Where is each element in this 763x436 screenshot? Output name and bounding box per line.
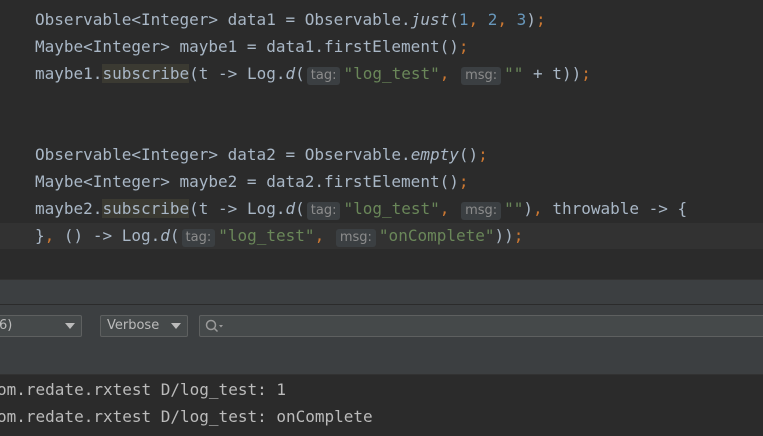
code-text: Maybe<Integer> maybe1 = data1.firstEleme… <box>35 37 459 56</box>
code-text: () <box>458 145 479 164</box>
chevron-down-icon <box>171 323 181 329</box>
chevron-down-icon <box>65 323 75 329</box>
code-number: 2 <box>487 10 498 29</box>
code-text: ) <box>523 199 534 218</box>
code-text: )) <box>494 226 514 245</box>
param-hint-tag: tag: <box>306 67 341 85</box>
log-level-value: Verbose <box>107 318 160 333</box>
code-text: } <box>35 226 45 245</box>
log-line: om.redate.rxtest D/log_test: 1 <box>0 380 286 399</box>
log-level-dropdown[interactable]: Verbose <box>100 315 188 337</box>
code-text: ) <box>526 10 536 29</box>
code-line-8-current[interactable]: }, () -> Log.d(tag: "log_test", msg: "onCo… <box>0 223 763 249</box>
param-hint-msg: msg: <box>461 202 502 220</box>
code-text: throwable -> { <box>542 199 688 218</box>
logcat-filter-spacer <box>0 348 763 374</box>
code-punct: , <box>44 226 55 245</box>
code-string: "log_test" <box>343 199 440 218</box>
code-text: ( <box>449 10 459 29</box>
code-highlighted-method: subscribe <box>102 64 190 83</box>
param-hint-tag: tag: <box>306 202 341 220</box>
code-editor[interactable]: Observable<Integer> data1 = Observable.j… <box>0 0 763 279</box>
code-string: "" <box>504 64 524 83</box>
device-dropdown-value: 6) <box>0 318 13 333</box>
code-string: "log_test" <box>218 226 315 245</box>
code-highlighted-method: subscribe <box>102 199 190 218</box>
device-dropdown[interactable]: 6) <box>0 315 82 337</box>
code-line-6[interactable]: Maybe<Integer> maybe2 = data2.firstEleme… <box>35 169 468 195</box>
code-string: "onComplete" <box>378 226 495 245</box>
search-icon <box>205 319 223 333</box>
code-text: maybe2. <box>35 199 103 218</box>
code-punct: , <box>497 10 517 29</box>
code-text: Observable<Integer> data2 = Observable. <box>35 145 411 164</box>
logcat-search-input[interactable] <box>199 315 763 337</box>
logcat-output[interactable]: om.redate.rxtest D/log_test: 1 om.redate… <box>0 374 763 436</box>
code-semicolon: ; <box>581 64 591 83</box>
code-line-3[interactable]: maybe1.subscribe(t -> Log.d(tag: "log_tes… <box>35 61 591 87</box>
code-semicolon: ; <box>478 145 488 164</box>
code-method: just <box>410 10 450 29</box>
code-method: d <box>160 226 170 245</box>
code-text: ( <box>169 226 180 245</box>
param-hint-msg: msg: <box>335 229 376 247</box>
code-punct: , <box>439 64 450 83</box>
code-text: ( <box>295 199 305 218</box>
code-method: empty <box>410 145 459 164</box>
code-text: Maybe<Integer> maybe2 = data2.firstEleme… <box>35 172 459 191</box>
code-semicolon: ; <box>458 37 469 56</box>
code-number: 1 <box>458 10 469 29</box>
code-text: + t)) <box>523 64 582 83</box>
code-text: (t -> Log. <box>189 64 286 83</box>
code-text: maybe1. <box>35 64 103 83</box>
code-number: 3 <box>516 10 527 29</box>
code-punct: , <box>533 199 543 218</box>
code-text: Observable<Integer> data1 = Observable. <box>35 10 411 29</box>
logcat-toolbar: 6) Verbose <box>0 304 763 349</box>
code-string: "log_test" <box>343 64 440 83</box>
param-hint-tag: tag: <box>181 229 216 247</box>
param-hint-msg: msg: <box>461 67 502 85</box>
code-line-5[interactable]: Observable<Integer> data2 = Observable.e… <box>35 142 488 168</box>
code-semicolon: ; <box>458 172 469 191</box>
code-semicolon: ; <box>535 10 546 29</box>
code-text: () -> Log. <box>54 226 161 245</box>
code-punct: , <box>468 10 488 29</box>
code-line-7[interactable]: maybe2.subscribe(t -> Log.d(tag: "log_tes… <box>35 196 687 222</box>
code-punct: , <box>439 199 450 218</box>
code-semicolon: ; <box>513 226 524 245</box>
code-string: "" <box>504 199 524 218</box>
code-text: (t -> Log. <box>189 199 286 218</box>
code-punct: , <box>314 226 325 245</box>
code-method: d <box>285 199 296 218</box>
code-text: ( <box>295 64 305 83</box>
code-method: d <box>285 64 296 83</box>
code-line-1[interactable]: Observable<Integer> data1 = Observable.j… <box>35 7 546 33</box>
panel-header-bar[interactable] <box>0 279 763 304</box>
log-line: om.redate.rxtest D/log_test: onComplete <box>0 407 373 426</box>
code-line-2[interactable]: Maybe<Integer> maybe1 = data1.firstEleme… <box>35 34 468 60</box>
